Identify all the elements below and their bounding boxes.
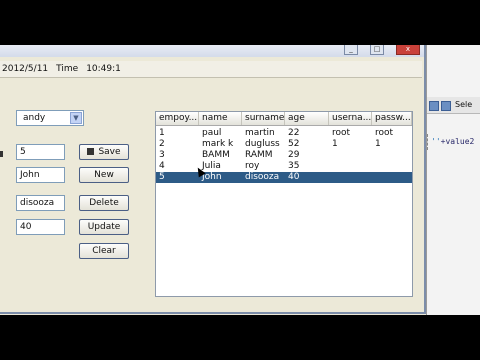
disk-icon [87,148,95,155]
table-cell: BAMM [202,150,230,160]
table-cell: root [332,128,351,138]
table-cell: RAMM [245,150,273,160]
table-cell: roy [245,161,260,171]
table-cell: 2 [159,139,165,149]
desktop-screen: Sele ''+value2 _ □ x 2012/5/11 Time 10:49:… [0,45,480,315]
table-cell [372,161,412,172]
user-combo-value: andy [23,113,46,123]
table-cell: 3 [159,150,165,160]
update-button[interactable]: Update [79,219,129,235]
ide-toolbar-label[interactable]: Sele [455,100,472,109]
table-cell: 22 [288,128,300,138]
table-row[interactable]: 3 BAMM RAMM 29 [156,150,412,161]
table-cell: paul [202,128,222,138]
ide-window: Sele ''+value2 [426,45,480,315]
table-cell [329,172,372,183]
table-row[interactable]: 2 mark k dugluss 52 1 1 [156,139,412,150]
delete-button[interactable]: Delete [79,195,129,211]
table-cell: 40 [288,172,300,182]
table-cell: martin [245,128,275,138]
column-header[interactable]: age [285,112,329,125]
new-button[interactable]: New [79,167,129,183]
table-cell: John [202,172,222,182]
table-cell [329,161,372,172]
table-cell: dugluss [245,139,280,149]
table-cell: 29 [288,150,300,160]
id-field[interactable]: 5 [16,144,65,160]
run-icon[interactable] [429,101,439,111]
title-bar: _ □ x [0,45,424,57]
table-row[interactable]: 1 paul martin 22 root root [156,128,412,139]
time-value: 10:49:1 [86,64,121,74]
chevron-down-icon[interactable]: ▼ [70,112,82,124]
code-string: '' [431,137,441,146]
table-cell: root [375,128,394,138]
ide-code-line: ''+value2 [427,134,475,150]
line-marker [427,134,431,150]
user-combo[interactable]: andy ▼ [16,110,84,126]
table-row[interactable]: 5 John disooza 40 [156,172,412,183]
save-label: Save [98,147,121,157]
table-cell: 4 [159,161,165,171]
table-cell [372,172,412,183]
minimize-button[interactable]: _ [344,45,358,55]
employee-table[interactable]: empoy... name surname age userna... passw... … [155,111,413,297]
code-rest: +value2 [440,137,475,146]
table-cell: mark k [202,139,234,149]
app-window: _ □ x 2012/5/11 Time 10:49:1 andy ▼ 5 John… [0,45,426,314]
close-button[interactable]: x [396,45,420,55]
age-field[interactable]: 40 [16,219,65,235]
table-cell: 35 [288,161,300,171]
name-field[interactable]: John [16,167,65,183]
table-cell [372,150,412,161]
column-header[interactable]: passw... [372,112,412,125]
ide-toolbar: Sele [427,97,480,114]
edge-marker [0,151,3,157]
table-cell: 5 [159,172,165,182]
date-value: 2012/5/11 [2,64,49,74]
maximize-button[interactable]: □ [370,45,384,55]
column-header[interactable]: name [199,112,242,125]
select-icon[interactable] [441,101,451,111]
save-button[interactable]: Save [79,144,129,160]
column-header[interactable]: surname [242,112,285,125]
table-header: empoy... name surname age userna... passw... [156,112,412,126]
clear-button[interactable]: Clear [79,243,129,259]
table-cell: Julia [202,161,221,171]
table-cell [329,150,372,161]
surname-field[interactable]: disooza [16,195,65,211]
table-cell: 1 [159,128,165,138]
table-cell: 1 [332,139,338,149]
column-header[interactable]: empoy... [156,112,199,125]
table-cell: 1 [375,139,381,149]
time-label: Time [56,64,79,74]
column-header[interactable]: userna... [329,112,372,125]
table-cell: disooza [245,172,280,182]
table-cell: 52 [288,139,300,149]
datetime-bar: 2012/5/11 Time 10:49:1 [0,61,422,78]
